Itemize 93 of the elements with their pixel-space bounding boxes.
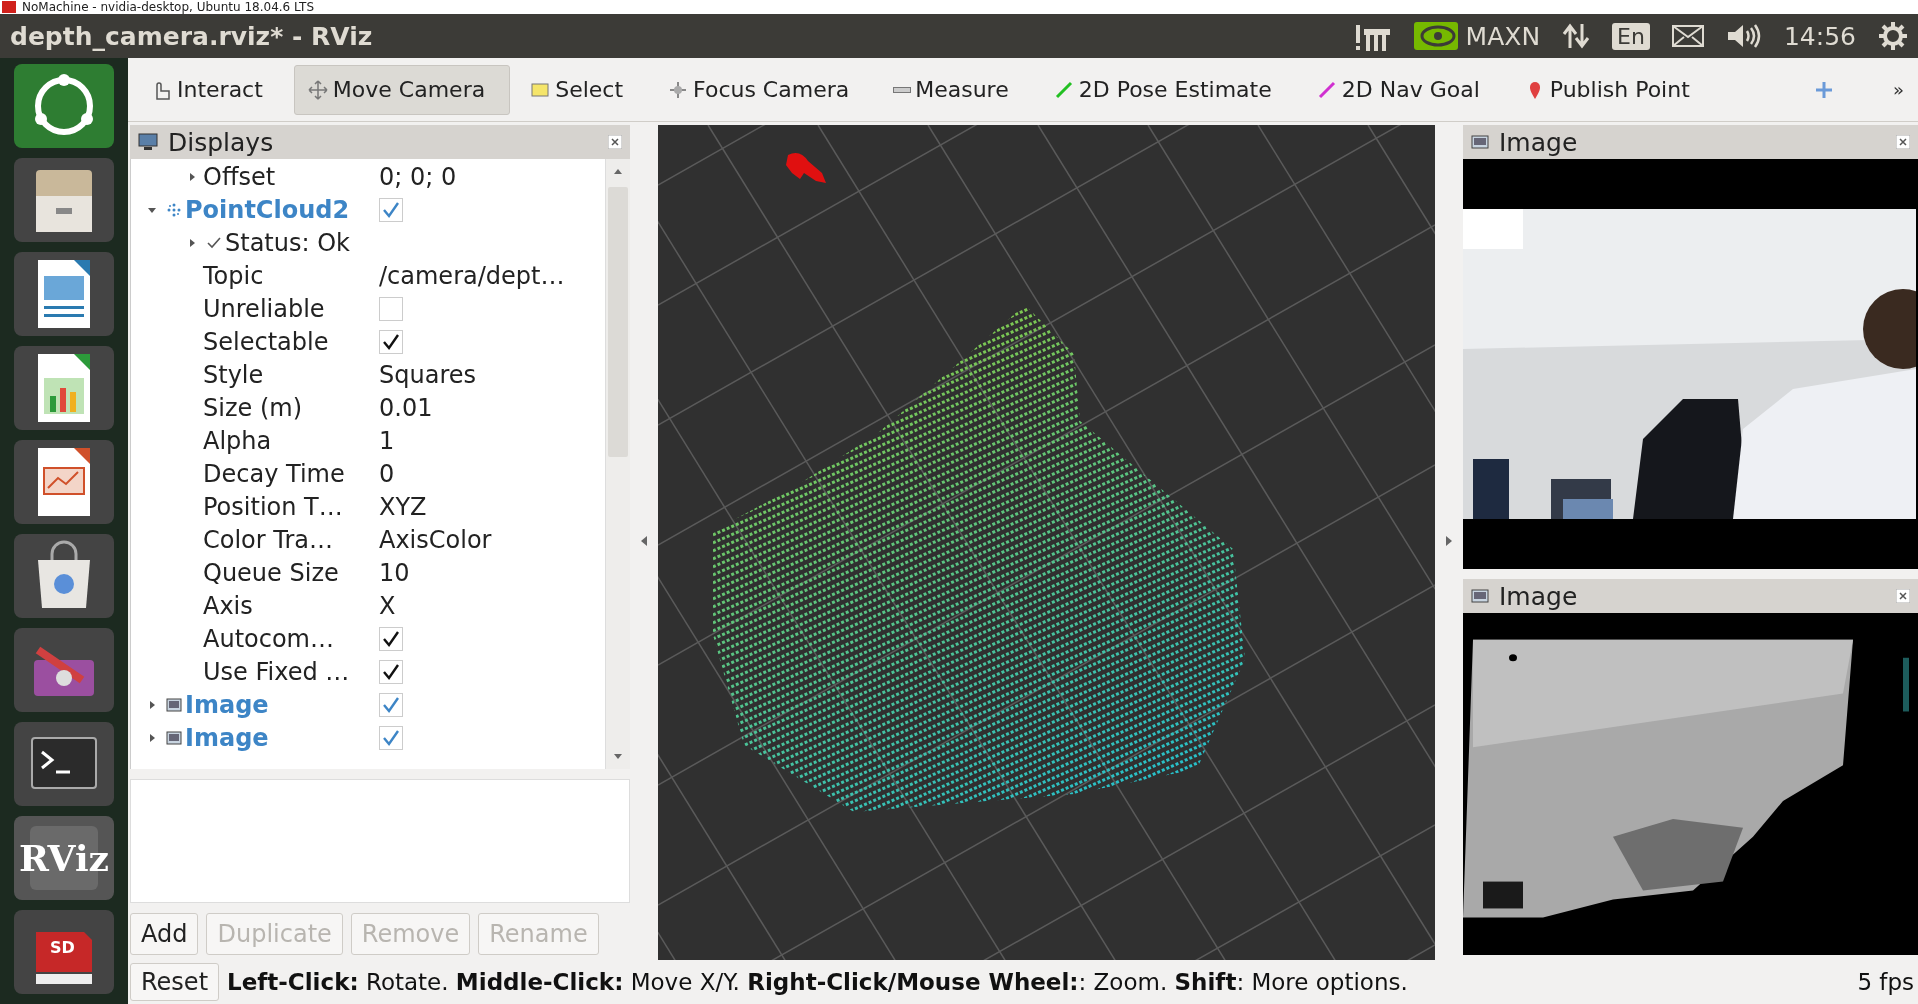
checkbox[interactable]: [379, 329, 403, 354]
property-name: Offset: [203, 162, 276, 191]
display-name[interactable]: PointCloud2: [185, 195, 350, 224]
tool-button[interactable]: Measure: [880, 64, 1034, 115]
panel-title: Image: [1499, 127, 1579, 157]
scrollbar[interactable]: [605, 159, 630, 770]
tool-button[interactable]: Focus Camera: [654, 64, 875, 115]
expand-arrow-icon[interactable]: [187, 237, 197, 248]
mail-icon[interactable]: [1671, 25, 1704, 47]
check-mark-icon: [207, 236, 221, 249]
overflow-button[interactable]: »: [1893, 79, 1904, 101]
clock[interactable]: 14:56: [1783, 21, 1856, 51]
property-name: Queue Size: [203, 558, 339, 587]
fps-counter: 5 fps: [1857, 969, 1915, 996]
property-name: Size (m): [203, 393, 302, 422]
property-name: Color Tra…: [203, 525, 333, 554]
panel-title: Image: [1499, 581, 1579, 611]
app-icon: [2, 1, 16, 13]
property-name: Axis: [203, 591, 253, 620]
point-cloud-icon: [166, 201, 182, 218]
display-name[interactable]: Image: [185, 723, 269, 752]
close-icon[interactable]: [608, 135, 622, 150]
property-name: Status: Ok: [225, 228, 350, 257]
status-message: Left-Click: Rotate. Middle-Click: Move X/Y. Right-Click/Mouse Wheel:: Zoom. Shift: More options.: [227, 969, 1409, 996]
keyboard-layout[interactable]: En: [1612, 22, 1650, 50]
close-icon[interactable]: [1896, 135, 1910, 150]
property-name: Use Fixed …: [203, 657, 350, 686]
image-icon: [166, 697, 182, 712]
ubuntu-logo-icon[interactable]: [14, 64, 114, 148]
property-name: Topic: [203, 261, 264, 290]
power-mode[interactable]: MAXN: [1465, 21, 1541, 51]
image-icon: [166, 730, 182, 745]
property-value: /camera/dept…: [379, 261, 565, 290]
shopping-bag-icon[interactable]: [14, 534, 114, 618]
window-title: depth_camera.rviz* - RViz: [10, 21, 374, 51]
tool-button[interactable]: 2D Pose Estimate: [1039, 64, 1297, 115]
tool-button[interactable]: 2D Nav Goal: [1302, 64, 1505, 115]
display-name[interactable]: Image: [185, 690, 269, 719]
checkbox[interactable]: [379, 626, 403, 651]
image-icon: [1471, 135, 1489, 150]
spreadsheet-icon[interactable]: [14, 346, 114, 430]
rviz-logo[interactable]: RViz: [14, 816, 114, 900]
display-button[interactable]: Add: [130, 913, 199, 956]
property-name: Alpha: [203, 426, 272, 455]
reset-button[interactable]: Reset: [130, 963, 220, 1002]
collapse-left-icon[interactable]: [640, 535, 648, 548]
scroll-up-icon[interactable]: [613, 167, 623, 176]
eye-logo-icon[interactable]: [1413, 22, 1458, 50]
property-value: 0.01: [379, 393, 433, 422]
file-cabinet-icon[interactable]: [14, 158, 114, 242]
tool-button[interactable]: Select: [516, 64, 649, 115]
checkbox[interactable]: [379, 296, 403, 321]
sd-card-icon[interactable]: SD: [14, 910, 114, 994]
document-icon[interactable]: [14, 252, 114, 336]
terminal-icon[interactable]: [14, 722, 114, 806]
expand-arrow-icon[interactable]: [187, 171, 197, 182]
property-name: Decay Time: [203, 459, 345, 488]
close-icon[interactable]: [1896, 589, 1910, 604]
property-name: Style: [203, 360, 264, 389]
checkbox[interactable]: [379, 692, 403, 717]
settings-icon[interactable]: [1878, 21, 1908, 51]
checkbox[interactable]: [379, 197, 403, 222]
tool-button[interactable]: Move Camera: [293, 64, 511, 115]
network-arrows-icon[interactable]: [1562, 22, 1591, 50]
expand-arrow-icon[interactable]: [147, 699, 157, 710]
toolbox-icon[interactable]: [14, 628, 114, 712]
ruler-icon: [893, 86, 912, 93]
property-name: Unreliable: [203, 294, 325, 323]
property-value: XYZ: [379, 492, 427, 521]
tool-button[interactable]: Publish Point: [1510, 64, 1715, 115]
property-value: 0: [379, 459, 395, 488]
property-value: 10: [379, 558, 410, 587]
property-value: X: [379, 591, 396, 620]
add-tool-icon[interactable]: [1815, 80, 1833, 99]
property-value: 0; 0; 0: [379, 162, 457, 191]
property-name: Selectable: [203, 327, 329, 356]
property-name: Position T…: [203, 492, 343, 521]
remote-window-title: NoMachine - nvidia-desktop, Ubuntu 18.04.6 LTS: [22, 0, 314, 14]
presentation-icon[interactable]: [14, 440, 114, 524]
point-cluster-drawing: [786, 153, 826, 184]
expand-arrow-icon[interactable]: [147, 732, 157, 743]
tool-button[interactable]: Interact: [138, 64, 288, 115]
checkbox[interactable]: [379, 725, 403, 750]
panel-title: Displays: [168, 127, 275, 157]
property-name: Autocom…: [203, 624, 334, 653]
collapse-right-icon[interactable]: [1445, 535, 1453, 548]
checkbox[interactable]: [379, 659, 403, 684]
move-tool-icon: [306, 78, 329, 101]
property-value: 1: [379, 426, 395, 455]
property-value: AxisColor: [379, 525, 492, 554]
image-icon: [1471, 589, 1489, 604]
property-value: Squares: [379, 360, 476, 389]
volume-icon[interactable]: [1725, 22, 1762, 50]
